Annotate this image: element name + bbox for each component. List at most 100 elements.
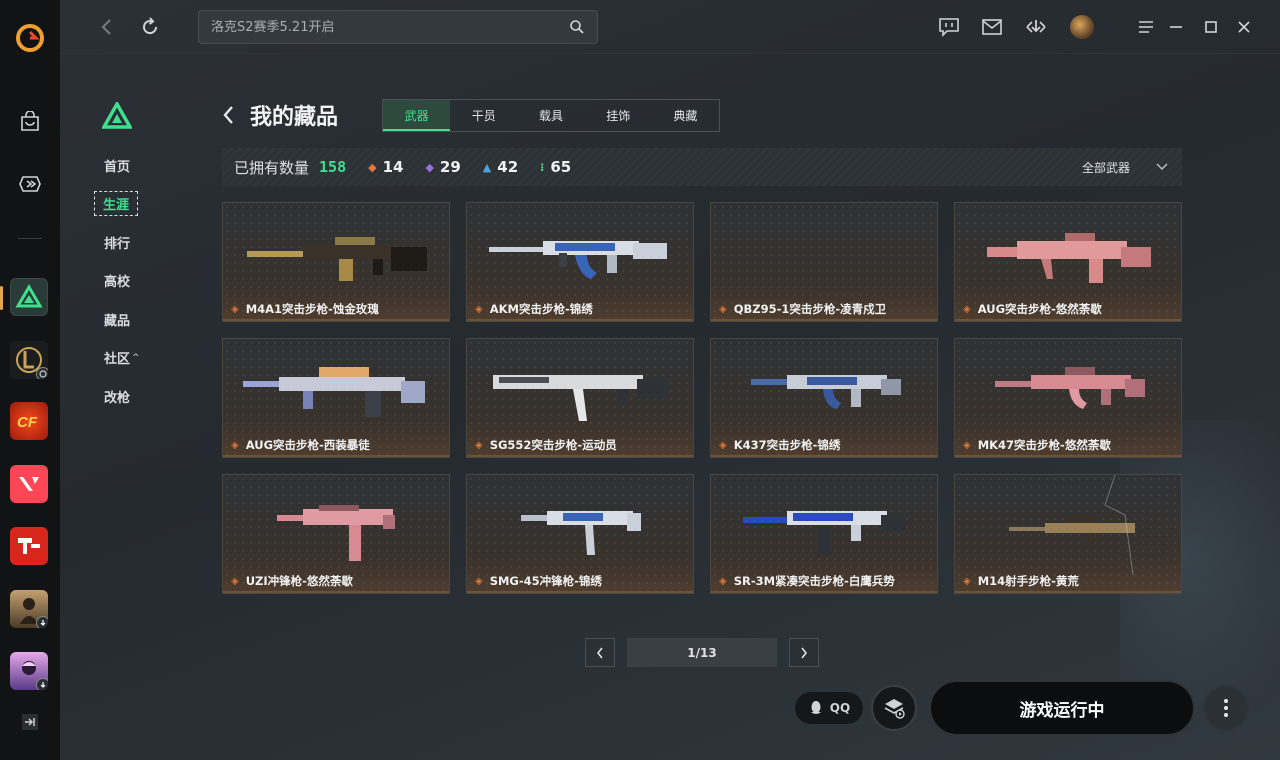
stack-layers-icon xyxy=(884,699,905,719)
weapon-card[interactable]: ◈ SMG-45冲锋枪-锦绣 xyxy=(466,474,694,594)
weapon-card[interactable]: ◈ K437突击步枪-锦绣 xyxy=(710,338,938,458)
weapon-image xyxy=(751,375,901,409)
message-icon[interactable] xyxy=(936,14,962,40)
game-delta-force-icon[interactable] xyxy=(10,278,48,316)
nav-item-home[interactable]: 首页 xyxy=(94,146,174,185)
weapon-image xyxy=(987,233,1151,283)
tab-legendary[interactable]: 典藏 xyxy=(652,100,719,131)
search-icon[interactable] xyxy=(569,19,585,35)
rarity-diamond-icon: ◈ xyxy=(719,575,727,587)
owned-stats-bar: 已拥有数量 158 ◆ 14 ◆ 29 ▲ 42 ⁝ 65 全部武器 xyxy=(222,148,1182,186)
download-badge-icon xyxy=(36,616,48,628)
weapon-grid: ◈ M4A1突击步枪-蚀金玫瑰 ◈ AKM突击步枪-锦绣 ◈ QBZ95-1突击步枪-… xyxy=(222,202,1182,594)
qq-label: QQ xyxy=(829,701,851,715)
game-library-button[interactable] xyxy=(871,685,917,731)
weapon-card[interactable]: ◈ SR-3M紧凑突击步枪-白鹰兵势 xyxy=(710,474,938,594)
game-crossfire-icon[interactable]: CF xyxy=(10,402,48,440)
nav-item-community[interactable]: 社区 ^ xyxy=(94,339,174,378)
chevron-right-icon xyxy=(801,647,808,658)
category-tabs: 武器 干员 载具 挂饰 典藏 xyxy=(382,99,720,132)
weapon-name-text: SMG-45冲锋枪-锦绣 xyxy=(489,574,602,588)
weapon-image xyxy=(247,237,427,281)
weapon-card[interactable]: ◈ M14射手步枪-黄荒 xyxy=(954,474,1182,594)
app-rail: CF xyxy=(0,0,60,760)
filter-label: 全部武器 xyxy=(1081,160,1130,175)
minimize-icon[interactable] xyxy=(1163,14,1189,40)
close-icon[interactable] xyxy=(1231,14,1257,40)
rarity-count-green: ⁝ 65 xyxy=(540,158,571,176)
rarity-diamond-icon: ◈ xyxy=(719,303,727,315)
weapon-name-text: SG552突击步枪-运动员 xyxy=(489,438,617,452)
weapon-name: ◈ UZI冲锋枪-悠然荼歇 xyxy=(231,573,353,589)
count-value: 14 xyxy=(382,158,404,176)
count-value: 29 xyxy=(439,158,461,176)
nav-item-ranking[interactable]: 排行 xyxy=(94,223,174,262)
refresh-icon[interactable] xyxy=(137,14,163,40)
weapon-card[interactable]: ◈ UZI冲锋枪-悠然荼歇 xyxy=(222,474,450,594)
rarity-count-orange: ◆ 14 xyxy=(368,158,403,176)
next-page-button[interactable] xyxy=(789,638,819,667)
weapon-card[interactable]: ◈ AUG突击步枪-西装暴徒 xyxy=(222,338,450,458)
menu-icon[interactable] xyxy=(1133,14,1159,40)
weapon-card[interactable]: ◈ QBZ95-1突击步枪-凌青戍卫 xyxy=(710,202,938,322)
game-pubg-icon[interactable] xyxy=(10,590,48,628)
qq-login-button[interactable]: QQ xyxy=(795,692,863,724)
search-bar[interactable] xyxy=(198,10,598,44)
weapon-image xyxy=(521,511,641,555)
rarity-diamond-icon: ◈ xyxy=(231,303,239,315)
weapon-card[interactable]: ◈ AKM突击步枪-锦绣 xyxy=(466,202,694,322)
weapon-image xyxy=(995,367,1145,409)
main-panel: 首页 生涯 排行 高校 藏品 社区^ 改枪 我的藏品 武器 干员 载具 挂饰 典… xyxy=(60,0,1280,760)
weapon-filter-dropdown[interactable]: 全部武器 xyxy=(1082,148,1168,186)
client-badge-icon xyxy=(36,367,48,379)
weapon-card[interactable]: ◈ M4A1突击步枪-蚀金玫瑰 xyxy=(222,202,450,322)
tab-weapons[interactable]: 武器 xyxy=(383,100,451,131)
nav-item-career[interactable]: 生涯 xyxy=(94,185,174,224)
weapon-name: ◈ SMG-45冲锋枪-锦绣 xyxy=(475,573,602,589)
weapon-card[interactable]: ◈ AUG突击步枪-悠然荼歇 xyxy=(954,202,1182,322)
tab-charms[interactable]: 挂饰 xyxy=(585,100,652,131)
tab-operators[interactable]: 干员 xyxy=(450,100,517,131)
user-avatar[interactable] xyxy=(1070,15,1094,39)
weapon-name: ◈ AUG突击步枪-西装暴徒 xyxy=(231,437,370,453)
weapon-image xyxy=(1009,475,1135,575)
mail-icon[interactable] xyxy=(979,14,1005,40)
rarity-diamond-icon: ◈ xyxy=(231,575,239,587)
nav-item-modify-gun[interactable]: 改枪 xyxy=(94,377,174,416)
weapon-name-text: MK47突击步枪-悠然荼歇 xyxy=(977,438,1111,452)
prev-page-button[interactable] xyxy=(585,638,615,667)
more-options-button[interactable] xyxy=(1203,685,1249,731)
nav-item-college[interactable]: 高校 xyxy=(94,262,174,301)
weapon-card[interactable]: ◈ SG552突击步枪-运动员 xyxy=(466,338,694,458)
weapon-name-text: AKM突击步枪-锦绣 xyxy=(489,302,593,316)
back-chevron-icon[interactable] xyxy=(222,103,242,127)
game-pubg-mobile-icon[interactable] xyxy=(10,527,48,565)
download-manager-icon[interactable] xyxy=(1023,14,1049,40)
rarity-diamond-icon: ◈ xyxy=(475,303,483,315)
rarity-diamond-icon: ◈ xyxy=(475,439,483,451)
weapon-name-text: QBZ95-1突击步枪-凌青戍卫 xyxy=(733,302,887,316)
game-anime-icon[interactable] xyxy=(10,652,48,690)
game-valorant-icon[interactable] xyxy=(10,465,48,503)
tab-vehicles[interactable]: 载具 xyxy=(517,100,584,131)
nav-item-collection[interactable]: 藏品 xyxy=(94,300,174,339)
shop-bag-icon[interactable] xyxy=(10,102,50,142)
accelerator-icon[interactable] xyxy=(10,164,50,204)
search-input[interactable] xyxy=(211,19,569,35)
weapon-image xyxy=(277,505,395,561)
page-header: 我的藏品 xyxy=(222,98,338,132)
launch-game-button[interactable]: 游戏运行中 xyxy=(929,680,1195,736)
rarity-diamond-icon: ◈ xyxy=(963,303,971,315)
count-value: 42 xyxy=(497,158,519,176)
game-league-of-legends-icon[interactable] xyxy=(10,341,48,379)
weapon-card[interactable]: ◈ MK47突击步枪-悠然荼歇 xyxy=(954,338,1182,458)
weapon-name: ◈ AKM突击步枪-锦绣 xyxy=(475,301,593,317)
weapon-name-text: M14射手步枪-黄荒 xyxy=(977,574,1079,588)
app-logo-icon[interactable] xyxy=(14,22,46,54)
collapse-rail-icon[interactable] xyxy=(10,702,50,742)
count-value: 65 xyxy=(550,158,572,176)
back-arrow-icon[interactable] xyxy=(93,14,119,40)
rarity-diamond-icon: ◈ xyxy=(475,575,483,587)
maximize-icon[interactable] xyxy=(1198,14,1224,40)
rail-divider xyxy=(18,238,42,239)
